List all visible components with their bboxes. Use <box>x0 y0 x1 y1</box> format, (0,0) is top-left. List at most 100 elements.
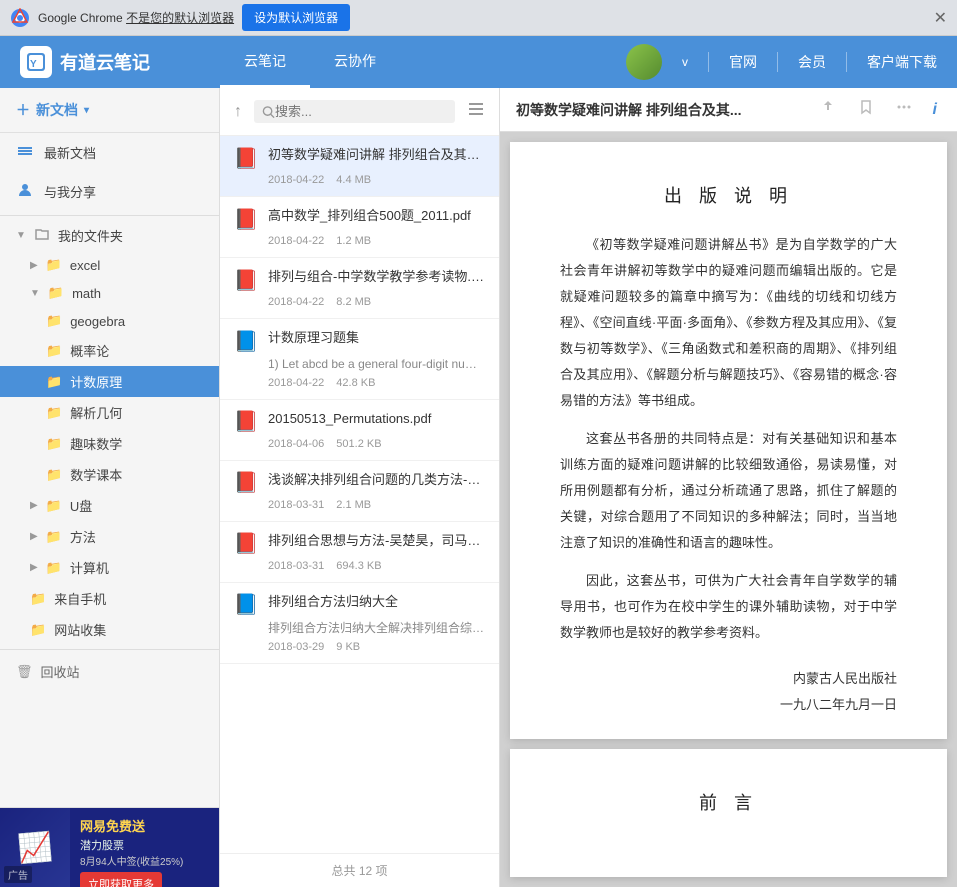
nav-link-vip[interactable]: 会员 <box>798 52 826 72</box>
file-size: 9 KB <box>336 641 360 653</box>
pdf-icon: 📕 <box>234 532 258 556</box>
avatar-image <box>626 44 662 80</box>
tab-notes[interactable]: 云笔记 <box>220 36 310 88</box>
new-document-button[interactable]: ＋ 新文档 ▾ <box>0 88 219 133</box>
sidebar-folder-excel[interactable]: ▶ 📁 excel <box>0 251 219 279</box>
chevron-down2-icon: ▼ <box>30 288 40 299</box>
file-item-header: 📕 初等数学疑难问讲解 排列组合及其应... <box>234 146 485 170</box>
file-list-footer: 总共 12 项 <box>220 853 499 887</box>
doc-icon: 📘 <box>234 593 258 617</box>
sidebar-folder-computer[interactable]: ▶ 📁 计算机 <box>0 552 219 583</box>
view-toggle-button[interactable] <box>463 96 489 127</box>
file-title: 计数原理习题集 <box>268 329 485 347</box>
preview-panel: 初等数学疑难问讲解 排列组合及其... i <box>500 88 957 887</box>
sidebar-folder-prob[interactable]: 📁 概率论 <box>0 335 219 366</box>
bookmark-button[interactable] <box>853 96 879 123</box>
sidebar-folder-method[interactable]: ▶ 📁 方法 <box>0 521 219 552</box>
file-item[interactable]: 📕 初等数学疑难问讲解 排列组合及其应... 2018-04-22 4.4 MB <box>220 136 499 197</box>
folder-excel-icon: 📁 <box>46 257 62 273</box>
folder-phone-label: 来自手机 <box>54 589 106 608</box>
set-default-browser-button[interactable]: 设为默认浏览器 <box>242 4 350 31</box>
file-item-header: 📕 排列与组合-中学数学教学参考读物.pdf <box>234 268 485 292</box>
folder-method-label: 方法 <box>70 527 96 546</box>
file-item-header: 📕 浅谈解决排列组合问题的几类方法-陈... <box>234 471 485 495</box>
info-button[interactable]: i <box>929 99 941 121</box>
file-item[interactable]: 📘 排列组合方法归纳大全 排列组合方法归纳大全解决排列组合综合性问题的一般过程如… <box>220 583 499 664</box>
sidebar-folder-count[interactable]: 📁 计数原理 <box>0 366 219 397</box>
preview-title: 初等数学疑难问讲解 排列组合及其... <box>516 100 742 120</box>
folder-geogebra-label: geogebra <box>70 314 125 329</box>
shared-label: 与我分享 <box>44 182 96 201</box>
sidebar-folder-phone[interactable]: 📁 来自手机 <box>0 583 219 614</box>
file-date: 2018-03-29 <box>268 641 324 653</box>
file-date: 2018-03-31 <box>268 499 324 511</box>
my-folders-label: 我的文件夹 <box>58 226 123 245</box>
titlebar-left: Google Chrome 不是您的默认浏览器 设为默认浏览器 <box>10 4 350 31</box>
ad-title: 网易免费送 <box>80 816 209 835</box>
folder-prob-icon: 📁 <box>46 343 62 359</box>
file-item[interactable]: 📕 浅谈解决排列组合问题的几类方法-陈... 2018-03-31 2.1 MB <box>220 461 499 522</box>
sidebar-divider2 <box>0 649 219 650</box>
file-item[interactable]: 📕 20150513_Permutations.pdf 2018-04-06 5… <box>220 400 499 461</box>
sidebar-item-shared[interactable]: 与我分享 <box>0 172 219 211</box>
pdf-icon: 📕 <box>234 146 258 170</box>
sidebar-folder-udisk[interactable]: ▶ 📁 U盘 <box>0 490 219 521</box>
folder-count-icon: 📁 <box>46 374 62 390</box>
file-list-toolbar: ↑ <box>220 88 499 136</box>
ad-button[interactable]: 立即获取更多 <box>80 872 162 887</box>
file-date: 2018-04-22 <box>268 174 324 186</box>
folder-math-icon: 📁 <box>48 285 64 301</box>
ad-note: 8月94人中签(收益25%) <box>80 853 209 868</box>
share-button[interactable] <box>815 96 841 123</box>
file-size: 42.8 KB <box>336 377 375 389</box>
file-title: 高中数学_排列组合500题_2011.pdf <box>268 207 485 225</box>
sidebar-folder-anal[interactable]: 📁 解析几何 <box>0 397 219 428</box>
folder-website-icon: 📁 <box>30 622 46 638</box>
app-name: 有道云笔记 <box>60 49 150 75</box>
sidebar-item-recycle[interactable]: 🗑 回收站 <box>0 654 219 689</box>
chevron-down-icon: ▼ <box>16 230 26 241</box>
file-title: 20150513_Permutations.pdf <box>268 410 485 428</box>
chrome-titlebar: Google Chrome 不是您的默认浏览器 设为默认浏览器 ✕ <box>0 0 957 36</box>
sidebar-item-recent[interactable]: 最新文档 <box>0 133 219 172</box>
file-date: 2018-04-22 <box>268 296 324 308</box>
file-item[interactable]: 📘 计数原理习题集 1) Let abcd be a general four-… <box>220 319 499 400</box>
chrome-close-button[interactable]: ✕ <box>934 8 947 28</box>
sidebar-folder-math[interactable]: ▼ 📁 math <box>0 279 219 307</box>
file-title: 排列组合方法归纳大全 <box>268 593 485 611</box>
doc-icon: 📘 <box>234 329 258 353</box>
sidebar-folder-geogebra[interactable]: 📁 geogebra <box>0 307 219 335</box>
chevron-right4-icon: ▶ <box>30 562 38 573</box>
sidebar-folder-website[interactable]: 📁 网站收集 <box>0 614 219 645</box>
file-date: 2018-04-22 <box>268 377 324 389</box>
search-input[interactable] <box>275 104 447 119</box>
file-meta: 2018-04-22 42.8 KB <box>234 377 485 389</box>
file-item[interactable]: 📕 排列与组合-中学数学教学参考读物.pdf 2018-04-22 8.2 MB <box>220 258 499 319</box>
file-item[interactable]: 📕 排列组合思想与方法-吴楚昊，司马强... 2018-03-31 694.3 … <box>220 522 499 583</box>
file-item[interactable]: 📕 高中数学_排列组合500题_2011.pdf 2018-04-22 1.2 … <box>220 197 499 258</box>
file-date: 2018-04-06 <box>268 438 324 450</box>
ad-label: 广告 <box>4 866 32 883</box>
header-right: v 官网 会员 客户端下载 <box>626 44 957 80</box>
more-button[interactable] <box>891 96 917 123</box>
folder-outline-icon <box>34 226 50 245</box>
folder-prob-label: 概率论 <box>70 341 109 360</box>
file-meta: 2018-04-22 1.2 MB <box>234 235 485 247</box>
pdf-icon: 📕 <box>234 410 258 434</box>
file-item-header: 📘 排列组合方法归纳大全 <box>234 593 485 617</box>
tab-collab[interactable]: 云协作 <box>310 36 400 88</box>
dropdown-icon: ▾ <box>84 105 89 116</box>
sidebar-folder-textbook[interactable]: 📁 数学课本 <box>0 459 219 490</box>
pdf-page-1: 出 版 说 明 《初等数学疑难问题讲解丛书》是为自学数学的广大社会青年讲解初等数… <box>510 142 947 739</box>
sidebar-divider <box>0 215 219 216</box>
nav-link-download[interactable]: 客户端下载 <box>867 52 937 72</box>
file-meta: 2018-03-31 694.3 KB <box>234 560 485 572</box>
folder-textbook-label: 数学课本 <box>70 465 122 484</box>
nav-link-official[interactable]: 官网 <box>729 52 757 72</box>
avatar <box>626 44 662 80</box>
back-button[interactable]: ↑ <box>230 99 246 125</box>
header-tabs: 云笔记 云协作 <box>220 36 400 88</box>
sidebar-folder-fun[interactable]: 📁 趣味数学 <box>0 428 219 459</box>
sidebar-item-my-folders[interactable]: ▼ 我的文件夹 <box>0 220 219 251</box>
recycle-label: 回收站 <box>41 662 80 681</box>
